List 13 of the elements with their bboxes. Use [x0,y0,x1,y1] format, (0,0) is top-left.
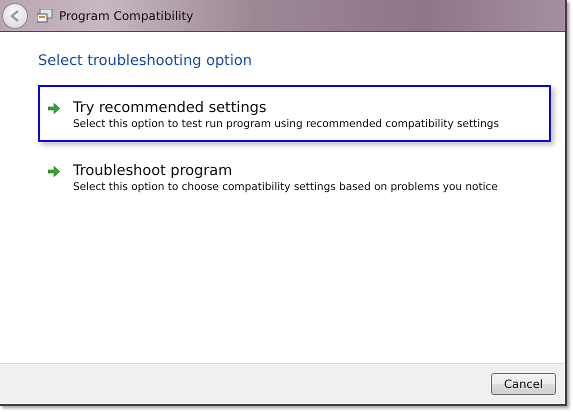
option-description: Select this option to choose compatibility settings based on problems you notice [73,180,498,195]
option-title: Try recommended settings [73,99,268,117]
option-description: Select this option to test run program using recommended compatibility settings [73,117,499,132]
arrow-icon [48,166,60,177]
application-icon [37,8,53,22]
window-title: Program Compatibility [59,8,194,22]
back-button[interactable] [2,2,28,28]
cancel-button[interactable]: Cancel [491,373,556,395]
option-link[interactable]: Troubleshoot program Select this option to choose compatibility settings based on problems you notice [38,148,551,205]
option-title: Troubleshoot program [73,162,234,180]
arrow-icon [48,103,60,114]
page-heading: Select troubleshooting option [38,53,253,69]
option-link[interactable]: Try recommended settings Select this option to test run program using recommended compatibility settings [38,85,551,142]
